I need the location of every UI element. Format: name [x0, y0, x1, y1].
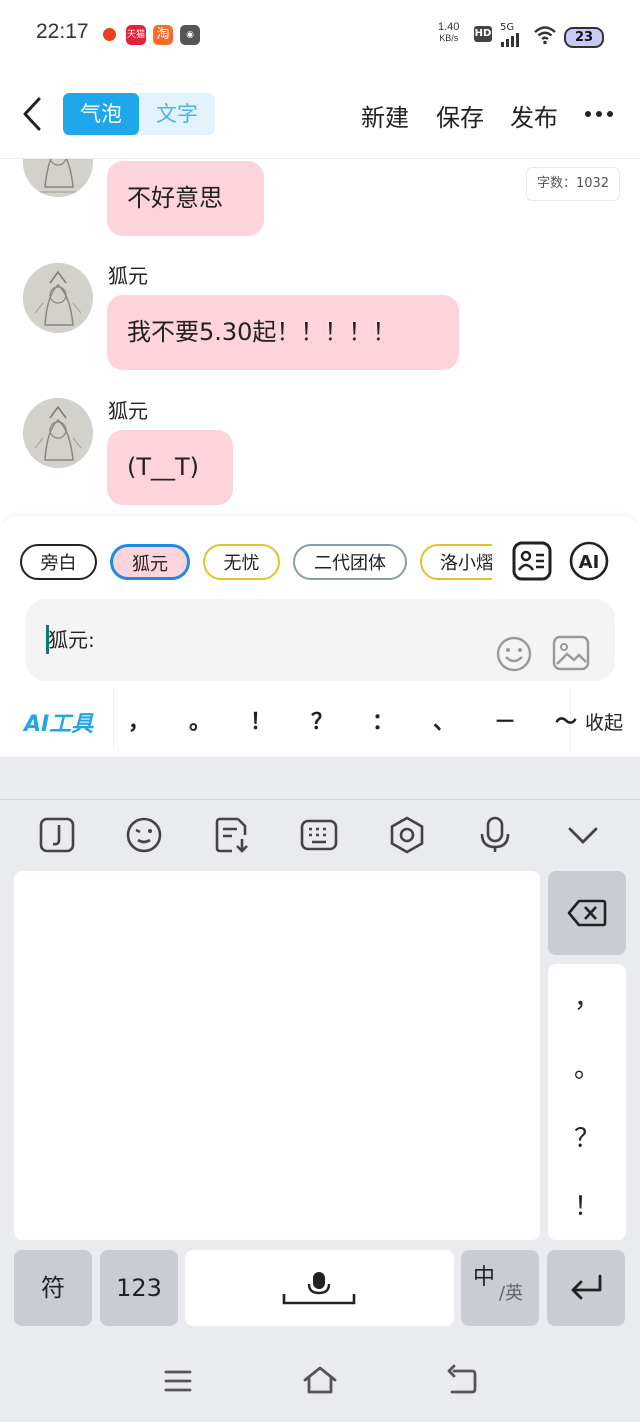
input-panel: 旁白 狐元 无忧 二代团体 洛小熠 AI 狐元: AI工具 ， 。 ！ ？ ： …	[0, 516, 640, 756]
keyboard-separator	[0, 799, 640, 800]
network-speed: 1.40 KB/s	[438, 22, 459, 44]
punct-key[interactable]: －	[490, 704, 520, 736]
image-icon[interactable]	[552, 635, 590, 671]
chat-area[interactable]: 不好意思 狐元 我不要5.30起！！！！！ 狐元 (T__T)	[0, 159, 640, 516]
clipboard-icon[interactable]	[37, 815, 77, 855]
character-chip-narrator[interactable]: 旁白	[20, 544, 97, 580]
microphone-icon[interactable]	[475, 815, 515, 855]
robot-app-icon: ◉	[180, 25, 200, 45]
chevron-down-icon[interactable]	[563, 815, 603, 855]
character-chip[interactable]: 洛小熠	[420, 544, 492, 580]
punct-key[interactable]: ！	[548, 1186, 626, 1223]
notification-dot-icon	[103, 28, 116, 41]
punct-key[interactable]: ，	[124, 704, 154, 736]
document-edit-icon[interactable]	[212, 815, 252, 855]
network-speed-unit: KB/s	[439, 33, 459, 43]
backspace-icon	[567, 899, 607, 927]
input-prompt: 狐元:	[48, 628, 95, 652]
speaker-name: 狐元	[108, 264, 148, 288]
taobao-app-icon: 淘	[153, 25, 173, 45]
signal-icon: 5G	[500, 22, 526, 47]
ai-icon[interactable]: AI	[568, 540, 610, 582]
punct-key[interactable]: 。	[185, 704, 215, 736]
status-bar: 22:17 天猫 淘 ◉ 1.40 KB/s HD 5G 23	[0, 0, 640, 70]
chevron-left-icon[interactable]	[20, 96, 44, 132]
character-chip-selected[interactable]: 狐元	[110, 544, 190, 580]
battery-indicator: 23	[564, 27, 604, 48]
ai-tools-button[interactable]: AI工具	[24, 706, 93, 738]
signal-type-label: 5G	[500, 22, 515, 33]
punct-key[interactable]: 、	[429, 704, 459, 736]
network-speed-value: 1.40	[438, 21, 460, 33]
wifi-icon	[534, 26, 556, 45]
language-switch-key[interactable]: 中 /英	[461, 1250, 539, 1326]
handwriting-pad[interactable]	[14, 871, 540, 1240]
settings-hex-icon[interactable]	[387, 815, 427, 855]
back-icon[interactable]	[442, 1361, 482, 1401]
top-bar: 气泡 文字 新建 保存 发布	[0, 72, 640, 159]
avatar[interactable]	[23, 263, 93, 333]
avatar[interactable]	[23, 159, 93, 197]
punct-key[interactable]: ，	[548, 978, 626, 1015]
punct-key[interactable]: ？	[548, 1118, 626, 1155]
space-key[interactable]	[185, 1250, 454, 1326]
punct-key[interactable]: 。	[548, 1048, 626, 1085]
tab-text[interactable]: 文字	[139, 93, 215, 135]
message-bubble[interactable]: 我不要5.30起！！！！！	[107, 295, 459, 370]
numeric-key[interactable]: 123	[100, 1250, 178, 1326]
message-input[interactable]: 狐元:	[26, 599, 615, 681]
word-count-badge: 字数：1032	[526, 167, 620, 201]
language-main-label: 中	[473, 1265, 496, 1290]
punct-key[interactable]: ？	[307, 704, 337, 736]
character-selector[interactable]: 旁白 狐元 无忧 二代团体 洛小熠	[20, 544, 492, 584]
enter-key[interactable]	[547, 1250, 625, 1326]
new-button[interactable]: 新建	[361, 98, 409, 133]
save-button[interactable]: 保存	[436, 98, 484, 133]
punct-key[interactable]: ：	[368, 704, 398, 736]
hd-voice-icon: HD	[474, 26, 492, 42]
voice-space-icon	[282, 1272, 356, 1305]
character-chip[interactable]: 二代团体	[293, 544, 407, 580]
keyboard: ， 。 ？ ！ 符 123 中 /英	[0, 757, 640, 1422]
character-card-icon[interactable]	[511, 540, 553, 582]
character-chip[interactable]: 无忧	[203, 544, 280, 580]
emoji-face-icon[interactable]	[124, 815, 164, 855]
speaker-name: 狐元	[108, 399, 148, 423]
menu-icon[interactable]	[158, 1361, 198, 1401]
home-icon[interactable]	[300, 1361, 340, 1401]
status-time: 22:17	[36, 20, 89, 43]
keyboard-layout-icon[interactable]	[299, 815, 339, 855]
backspace-key[interactable]	[548, 871, 626, 955]
punct-key[interactable]: ～	[551, 704, 581, 736]
tmall-app-icon: 天猫	[126, 25, 146, 45]
publish-button[interactable]: 发布	[510, 98, 558, 133]
ellipsis-icon[interactable]	[584, 110, 614, 118]
svg-text:AI: AI	[579, 552, 600, 573]
punctuation-bar: ， 。 ！ ？ ： 、 － ～	[113, 688, 577, 750]
enter-icon	[571, 1274, 602, 1300]
message-bubble[interactable]: 不好意思	[107, 161, 264, 236]
symbol-key[interactable]: 符	[14, 1250, 92, 1326]
emoji-icon[interactable]	[495, 635, 533, 673]
tab-bubble[interactable]: 气泡	[63, 93, 139, 135]
mode-toggle: 气泡 文字	[63, 93, 215, 135]
message-bubble[interactable]: (T__T)	[107, 430, 233, 505]
collapse-button[interactable]: 收起	[585, 708, 623, 735]
language-sub-label: /英	[499, 1283, 524, 1304]
avatar[interactable]	[23, 398, 93, 468]
punct-key[interactable]: ！	[246, 704, 276, 736]
punctuation-column: ， 。 ？ ！	[548, 964, 626, 1240]
